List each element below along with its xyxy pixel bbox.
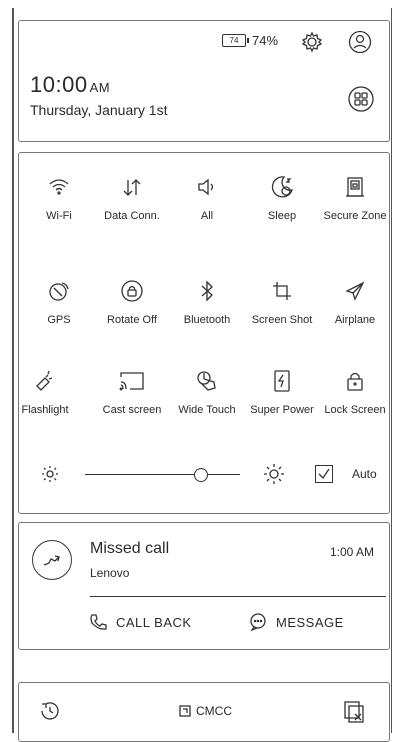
clear-all-icon[interactable] <box>340 697 370 727</box>
airplane-icon <box>318 276 392 306</box>
tile-label: All <box>200 210 214 222</box>
tile-lock-screen[interactable]: Lock Screen <box>318 366 392 416</box>
tile-cast-screen[interactable]: Cast screen <box>95 366 169 416</box>
brightness-slider-knob[interactable] <box>194 468 209 482</box>
notification-subtitle: Lenovo <box>90 566 130 580</box>
notification-title: Missed call <box>90 540 170 557</box>
tile-label: Wi-Fi <box>46 210 72 222</box>
tile-label: GPS <box>47 314 71 326</box>
user-profile-icon[interactable] <box>348 30 372 54</box>
clock-time: 10:00 AM <box>30 72 110 98</box>
tile-sleep[interactable]: Sleep <box>245 172 319 222</box>
wifi-icon <box>22 172 96 202</box>
brightness-row: Auto <box>30 460 385 490</box>
tile-label: Rotate Off <box>107 314 157 326</box>
tile-label: Lock Screen <box>324 404 386 416</box>
auto-brightness-label: Auto <box>352 467 377 481</box>
tile-airplane[interactable]: Airplane <box>318 276 392 326</box>
tile-label: Screen Shot <box>251 314 313 326</box>
tile-label: Airplane <box>334 314 376 326</box>
tile-rotate-off[interactable]: Rotate Off <box>95 276 169 326</box>
sim-card-icon <box>179 705 191 717</box>
tile-secure-zone[interactable]: Secure Zone <box>318 172 392 222</box>
history-icon[interactable] <box>36 697 64 725</box>
data-connection-icon <box>95 172 169 202</box>
brightness-low-icon <box>40 464 60 489</box>
auto-brightness-checkbox[interactable] <box>315 465 333 483</box>
tile-screenshot[interactable]: Screen Shot <box>245 276 319 326</box>
battery-icon: 74 <box>222 34 249 47</box>
phone-icon <box>90 614 107 630</box>
tile-bluetooth[interactable]: Bluetooth <box>170 276 244 326</box>
sleep-icon <box>245 172 319 202</box>
missed-call-icon <box>32 540 72 580</box>
tile-data-connection[interactable]: Data Conn. <box>95 172 169 222</box>
secure-zone-icon <box>318 172 392 202</box>
rotate-lock-icon <box>95 276 169 306</box>
carrier-name: CMCC <box>196 704 232 718</box>
tile-label: Bluetooth <box>183 314 231 326</box>
flashlight-icon <box>8 366 82 396</box>
tile-label: Sleep <box>267 210 297 222</box>
tile-label: Cast screen <box>102 404 162 416</box>
time-ampm: AM <box>89 80 111 95</box>
message-button[interactable]: MESSAGE <box>248 612 344 632</box>
message-icon <box>250 613 266 632</box>
cast-screen-icon <box>95 366 169 396</box>
notification-divider <box>90 596 386 597</box>
bluetooth-icon <box>170 276 244 306</box>
tile-label: Super Power <box>250 404 314 416</box>
tile-flashlight[interactable]: Flashlight <box>8 366 82 416</box>
battery-indicator: 74 74% <box>222 33 278 48</box>
lock-screen-icon <box>318 366 392 396</box>
clock-date: Thursday, January 1st <box>30 102 168 118</box>
battery-percent: 74% <box>252 33 279 48</box>
call-back-button[interactable]: CALL BACK <box>88 612 192 632</box>
notification-time: 1:00 AM <box>330 545 375 559</box>
screenshot-icon <box>245 276 319 306</box>
tile-label: Data Conn. <box>104 210 160 222</box>
tile-label: Wide Touch <box>178 404 236 416</box>
tile-sound[interactable]: All <box>170 172 244 222</box>
tile-super-power[interactable]: Super Power <box>245 366 319 416</box>
call-back-label: CALL BACK <box>116 614 192 630</box>
super-power-icon <box>245 366 319 396</box>
sound-icon <box>170 172 244 202</box>
brightness-high-icon <box>262 462 286 491</box>
tile-gps[interactable]: GPS <box>22 276 96 326</box>
time-value: 10:00 <box>30 72 88 97</box>
gps-icon <box>22 276 96 306</box>
brightness-slider-track[interactable] <box>85 474 240 475</box>
tile-wifi[interactable]: Wi-Fi <box>22 172 96 222</box>
message-label: MESSAGE <box>276 614 344 630</box>
wide-touch-icon <box>170 366 244 396</box>
app-grid-button[interactable] <box>348 86 374 112</box>
settings-gear-icon[interactable] <box>300 30 324 54</box>
carrier-indicator: CMCC <box>178 704 232 718</box>
tile-label: Secure Zone <box>323 210 387 222</box>
tile-label: Flashlight <box>21 404 69 416</box>
tile-wide-touch[interactable]: Wide Touch <box>170 366 244 416</box>
